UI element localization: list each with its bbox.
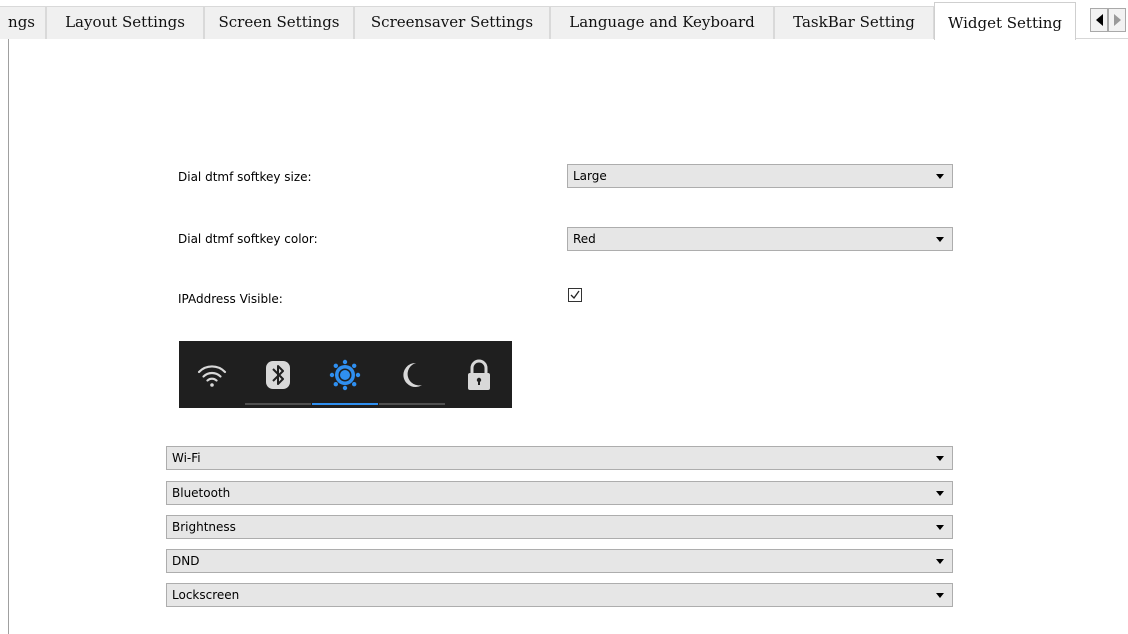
moon-icon — [403, 362, 422, 387]
dtmf-size-value: Large — [573, 169, 607, 183]
preview-underline — [179, 403, 245, 405]
widget-slot-4-select[interactable]: DND — [166, 549, 953, 573]
tab-widget-setting[interactable]: Widget Setting — [934, 2, 1076, 40]
dtmf-color-label: Dial dtmf softkey color: — [178, 232, 318, 246]
widget-slot-5-value: Lockscreen — [172, 588, 240, 602]
ip-visible-label: IPAddress Visible: — [178, 292, 283, 306]
chevron-down-icon — [936, 491, 944, 496]
brightness-icon — [329, 359, 361, 390]
preview-underline — [379, 403, 445, 405]
triangle-left-icon — [1095, 14, 1103, 26]
chevron-down-icon — [936, 559, 944, 564]
preview-underline — [245, 403, 311, 405]
dtmf-size-select[interactable]: Large — [567, 164, 953, 188]
widget-slot-3-select[interactable]: Brightness — [166, 515, 953, 539]
preview-cell-wifi — [179, 341, 245, 408]
dtmf-color-value: Red — [573, 232, 596, 246]
tab-screensaver-settings[interactable]: Screensaver Settings — [354, 6, 550, 39]
preview-cell-brightness — [312, 341, 378, 408]
widget-slot-2-select[interactable]: Bluetooth — [166, 481, 953, 505]
widget-slot-5-select[interactable]: Lockscreen — [166, 583, 953, 607]
widget-settings-window: ngs Layout Settings Screen Settings Scre… — [0, 0, 1128, 634]
preview-underline-selected — [312, 403, 378, 405]
tab-strip: ngs Layout Settings Screen Settings Scre… — [0, 0, 1128, 40]
dtmf-color-select[interactable]: Red — [567, 227, 953, 251]
dtmf-size-label: Dial dtmf softkey size: — [178, 170, 312, 184]
chevron-down-icon — [936, 174, 944, 179]
tab-screen-settings[interactable]: Screen Settings — [204, 6, 354, 39]
tab-scroll-left-button[interactable] — [1090, 8, 1108, 32]
wifi-icon — [197, 364, 227, 387]
tab-taskbar-setting[interactable]: TaskBar Setting — [774, 6, 934, 39]
panel-border — [8, 39, 9, 634]
checkmark-icon — [570, 290, 580, 300]
chevron-down-icon — [936, 525, 944, 530]
tab-language-and-keyboard[interactable]: Language and Keyboard — [550, 6, 774, 39]
tab-scroll-right-button[interactable] — [1108, 8, 1126, 32]
chevron-down-icon — [936, 237, 944, 242]
widget-slot-1-select[interactable]: Wi-Fi — [166, 446, 953, 470]
tab-settings-clipped[interactable]: ngs — [0, 6, 46, 39]
chevron-down-icon — [936, 456, 944, 461]
widget-preview — [179, 341, 512, 408]
preview-cell-bluetooth — [245, 341, 311, 408]
preview-cell-lockscreen — [446, 341, 512, 408]
lock-icon — [468, 359, 490, 390]
widget-slot-4-value: DND — [172, 554, 200, 568]
widget-slot-1-value: Wi-Fi — [172, 451, 201, 465]
ip-visible-checkbox[interactable] — [568, 288, 582, 302]
chevron-down-icon — [936, 593, 944, 598]
widget-slot-2-value: Bluetooth — [172, 486, 231, 500]
preview-underline — [446, 403, 512, 405]
preview-cell-dnd — [379, 341, 445, 408]
bluetooth-icon — [266, 360, 290, 389]
tab-layout-settings[interactable]: Layout Settings — [46, 6, 204, 39]
widget-slot-3-value: Brightness — [172, 520, 236, 534]
triangle-right-icon — [1113, 14, 1121, 26]
